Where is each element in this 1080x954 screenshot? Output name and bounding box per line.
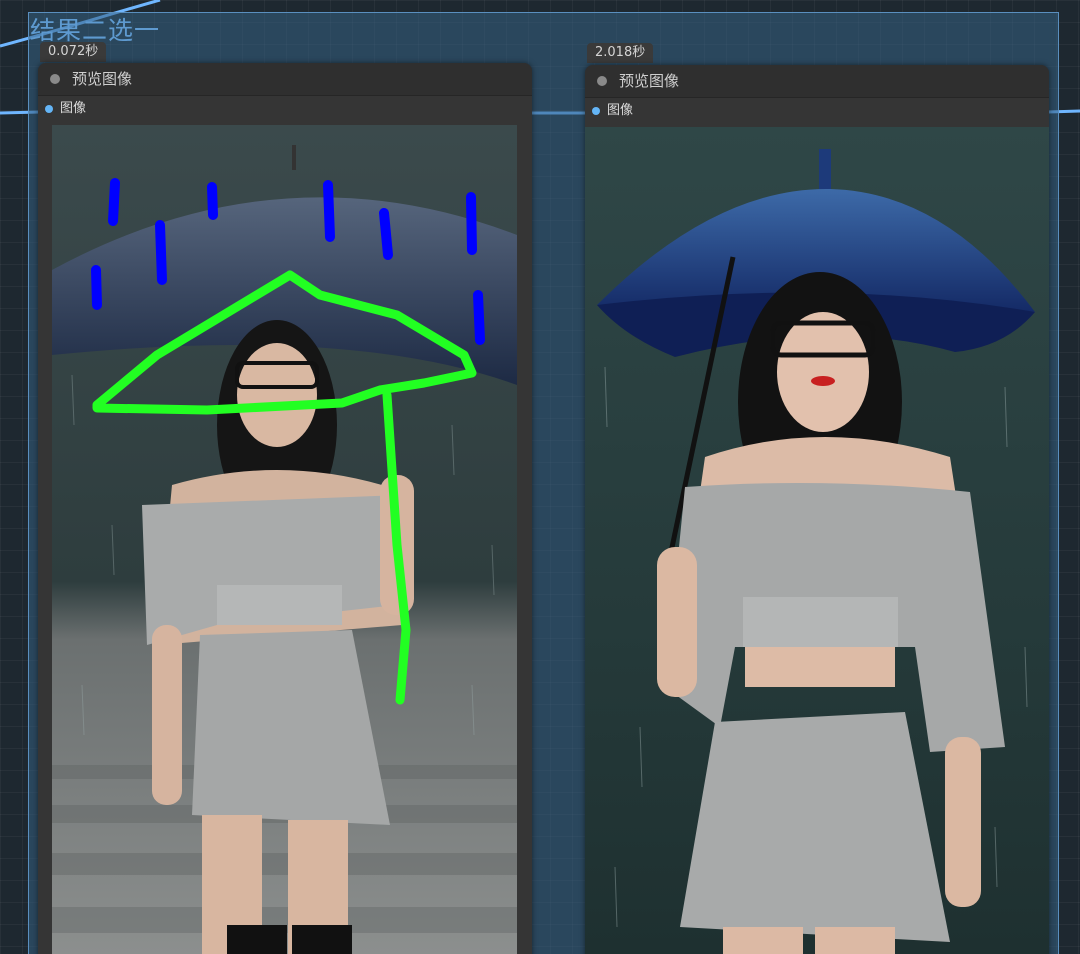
node-header[interactable]: 预览图像 <box>38 63 532 96</box>
node-title: 预览图像 <box>619 72 680 90</box>
slot-label: 图像 <box>60 101 87 116</box>
collapse-dot-icon[interactable] <box>597 76 607 86</box>
preview-image-node[interactable]: 预览图像 图像 <box>585 65 1049 954</box>
preview-image-with-sketch-icon <box>52 125 517 954</box>
preview-image-icon <box>585 127 1049 954</box>
slot-label: 图像 <box>607 103 634 118</box>
input-slot-image[interactable]: 图像 <box>585 99 1049 123</box>
node-title: 预览图像 <box>72 70 133 88</box>
collapse-dot-icon[interactable] <box>50 74 60 84</box>
execution-time-badge: 0.072秒 <box>40 42 107 62</box>
preview-image-node[interactable]: 预览图像 图像 <box>38 63 532 954</box>
preview-image[interactable] <box>52 125 517 954</box>
execution-time-badge: 2.018秒 <box>587 43 654 63</box>
input-slot-image[interactable]: 图像 <box>38 97 532 121</box>
preview-image[interactable] <box>585 127 1049 954</box>
slot-dot-icon[interactable] <box>592 107 600 115</box>
workflow-canvas[interactable]: 结果二选一 0.072秒 预览图像 图像 2.018秒 预览图像 图像 <box>0 0 1080 954</box>
node-header[interactable]: 预览图像 <box>585 65 1049 98</box>
slot-dot-icon[interactable] <box>45 105 53 113</box>
